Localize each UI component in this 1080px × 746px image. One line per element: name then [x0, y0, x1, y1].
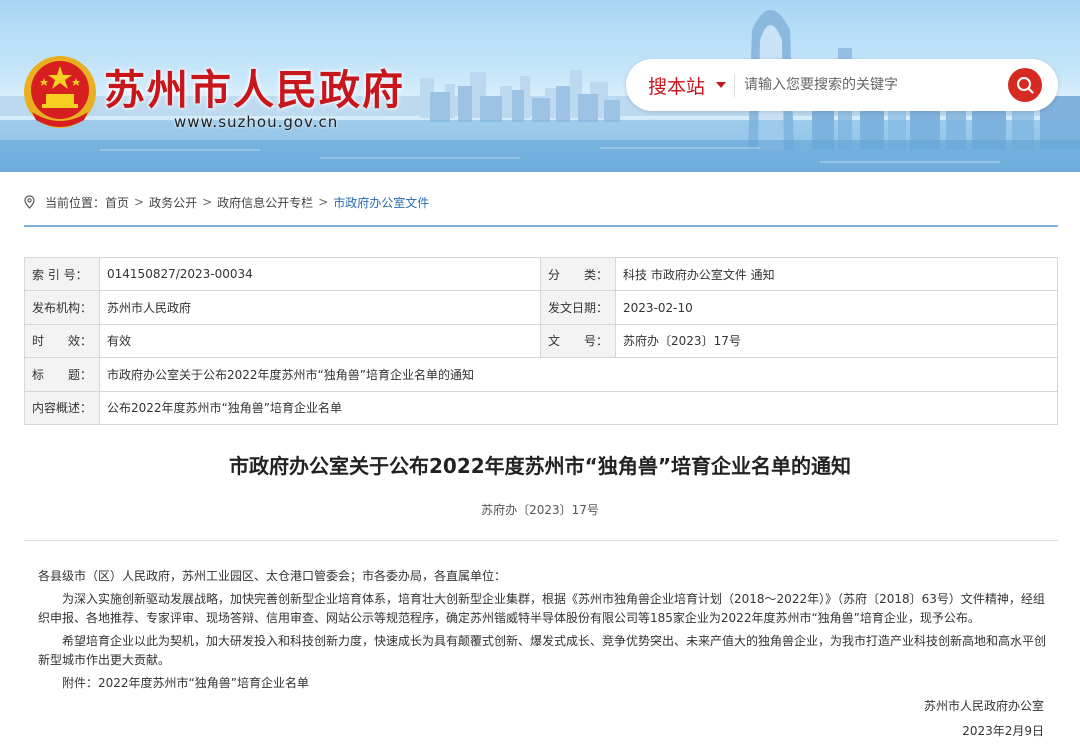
caret-down-icon[interactable]: [716, 82, 726, 88]
search-input[interactable]: [744, 71, 994, 99]
article-attachment[interactable]: 附件：2022年度苏州市“独角兽”培育企业名单: [38, 674, 1046, 693]
search-scope-dropdown[interactable]: 搜本站: [648, 72, 705, 99]
table-row: 发布机构： 苏州市人民政府 发文日期： 2023-02-10: [23, 290, 1058, 325]
breadcrumb-gov-affairs[interactable]: 政务公开: [149, 194, 197, 211]
breadcrumb-separator: >: [318, 195, 329, 209]
summary-value: 公布2022年度苏州市“独角兽”培育企业名单: [99, 390, 1058, 425]
date-label: 发文日期：: [540, 290, 617, 325]
search-box: 搜本站: [626, 59, 1058, 111]
index-value: 014150827/2023-00034: [99, 256, 542, 292]
docno-value: 苏府办〔2023〕17号: [615, 323, 1058, 359]
table-row: 标 题： 市政府办公室关于公布2022年度苏州市“独角兽”培育企业名单的通知: [23, 357, 1058, 392]
document-info-table: 索 引 号： 014150827/2023-00034 分 类： 科技 市政府办…: [23, 256, 1058, 425]
breadcrumb-prefix: 当前位置：: [45, 195, 106, 210]
signature-date: 2023年2月9日: [962, 724, 1044, 738]
search-divider: [734, 73, 735, 97]
search-icon: [1017, 77, 1034, 94]
publisher-value: 苏州市人民政府: [99, 290, 542, 325]
table-row: 内容概述： 公布2022年度苏州市“独角兽”培育企业名单: [23, 390, 1058, 425]
location-pin-icon: [24, 195, 35, 209]
date-value: 2023-02-10: [615, 290, 1058, 325]
summary-label: 内容概述：: [23, 390, 101, 425]
site-header: 苏州市人民政府 www.suzhou.gov.cn 搜本站: [0, 0, 1080, 172]
national-emblem-icon: [24, 56, 96, 128]
index-label: 索 引 号：: [23, 256, 101, 292]
title-value: 市政府办公室关于公布2022年度苏州市“独角兽”培育企业名单的通知: [99, 357, 1058, 392]
article-paragraph: 为深入实施创新驱动发展战略，加快完善创新型企业培育体系，培育壮大创新型企业集群，…: [38, 592, 1045, 625]
site-title[interactable]: 苏州市人民政府: [104, 56, 405, 116]
breadcrumb-separator: >: [202, 195, 213, 209]
breadcrumb-info-disclosure[interactable]: 政府信息公开专栏: [217, 194, 313, 211]
validity-value: 有效: [99, 323, 542, 359]
article-divider: [24, 540, 1058, 541]
breadcrumb-divider: [24, 225, 1058, 227]
search-button[interactable]: [1008, 68, 1042, 102]
validity-label: 时 效：: [23, 323, 101, 359]
publisher-label: 发布机构：: [23, 290, 101, 325]
article-body: 各县级市（区）人民政府，苏州工业园区、太仓港口管委会；市各委办局，各直属单位： …: [38, 567, 1046, 697]
site-url: www.suzhou.gov.cn: [174, 113, 339, 131]
article-doc-number: 苏府办〔2023〕17号: [481, 503, 599, 517]
breadcrumb-separator: >: [134, 195, 145, 209]
table-row: 索 引 号： 014150827/2023-00034 分 类： 科技 市政府办…: [23, 256, 1058, 292]
breadcrumb: 当前位置： 首页 > 政务公开 > 政府信息公开专栏 > 市政府办公室文件: [24, 192, 429, 212]
table-row: 时 效： 有效 文 号： 苏府办〔2023〕17号: [23, 323, 1058, 359]
article-salutation: 各县级市（区）人民政府，苏州工业园区、太仓港口管委会；市各委办局，各直属单位：: [38, 569, 507, 583]
article-paragraph: 希望培育企业以此为契机，加大研发投入和科技创新力度，快速成长为具有颠覆式创新、爆…: [38, 634, 1047, 667]
category-label: 分 类：: [540, 256, 617, 292]
title-label: 标 题：: [23, 357, 101, 392]
signature-organization: 苏州市人民政府办公室: [923, 699, 1044, 713]
category-value: 科技 市政府办公室文件 通知: [615, 256, 1058, 292]
docno-label: 文 号：: [540, 323, 617, 359]
breadcrumb-current[interactable]: 市政府办公室文件: [333, 194, 429, 211]
breadcrumb-home[interactable]: 首页: [105, 194, 129, 211]
article-title: 市政府办公室关于公布2022年度苏州市“独角兽”培育企业名单的通知: [229, 454, 851, 478]
